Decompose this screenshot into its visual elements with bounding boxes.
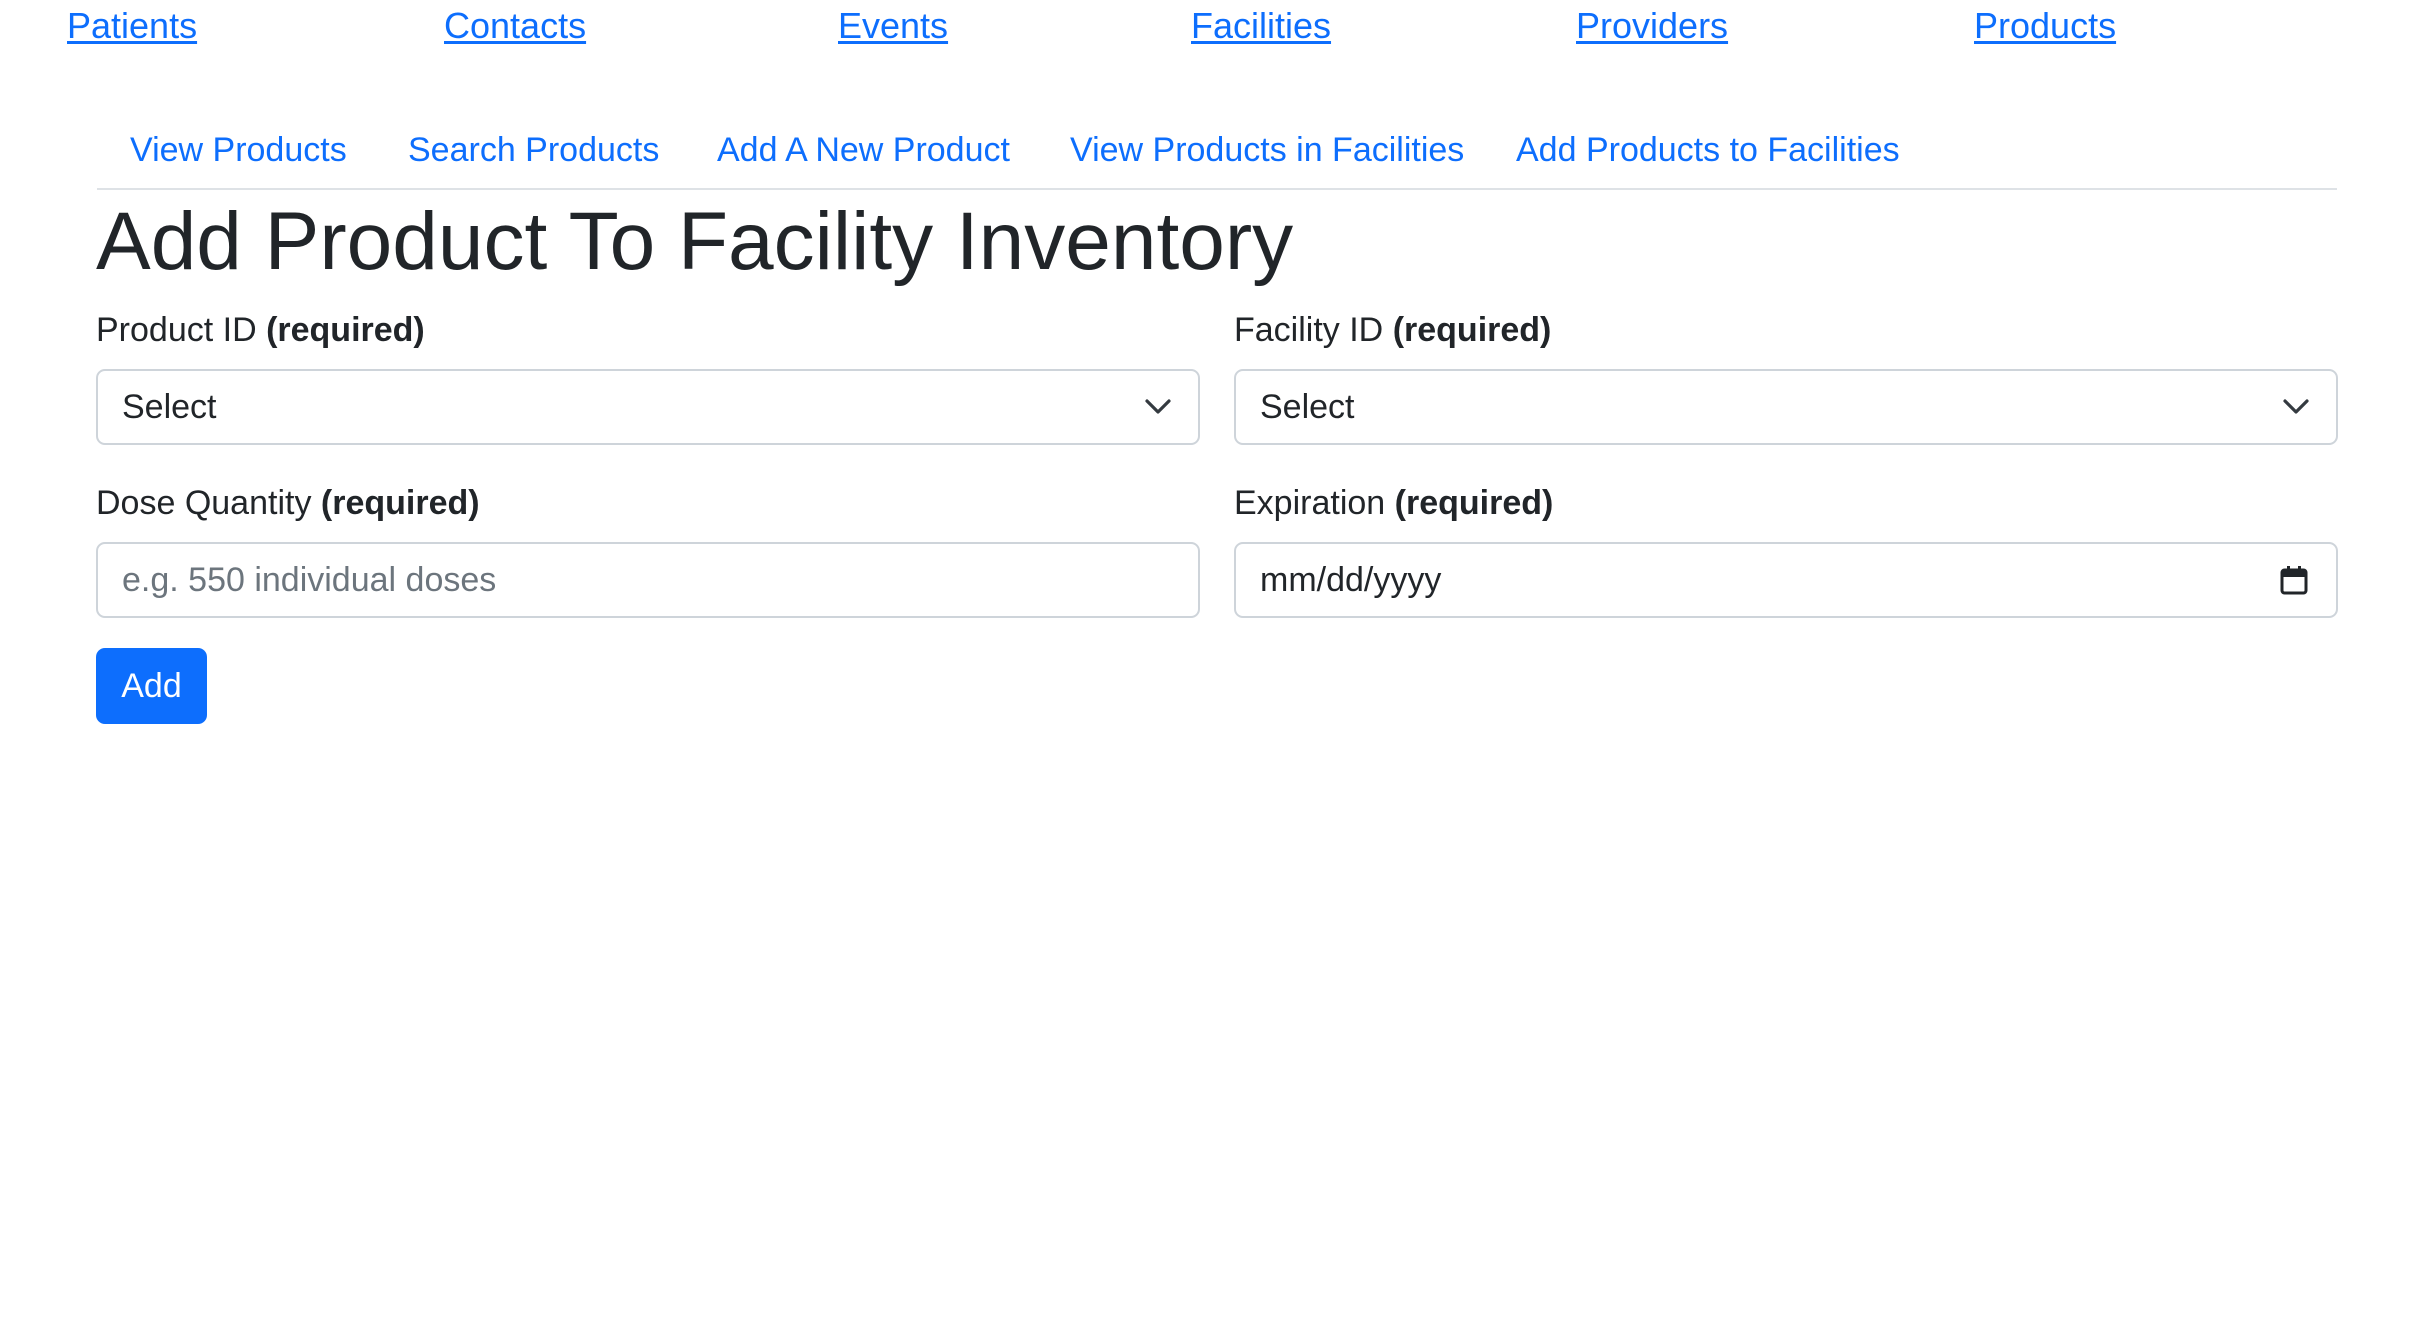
expiration-date-input[interactable]: mm/dd/yyyy [1234,542,2338,618]
chevron-down-icon [2280,371,2312,443]
nav-link-patients[interactable]: Patients [67,4,197,48]
tab-add-products-to-facilities[interactable]: Add Products to Facilities [1516,128,1900,172]
add-button[interactable]: Add [96,648,207,724]
dose-quantity-label: Dose Quantity (required) [96,482,480,524]
chevron-down-icon [1142,371,1174,443]
dose-quantity-label-text: Dose Quantity [96,484,312,522]
dose-quantity-input[interactable] [96,542,1200,618]
product-id-label-text: Product ID [96,311,257,349]
page-title: Add Product To Facility Inventory [96,196,1294,287]
tab-view-products[interactable]: View Products [130,128,347,172]
tab-search-products[interactable]: Search Products [408,128,659,172]
facility-id-select[interactable]: Select [1234,369,2338,445]
nav-link-contacts[interactable]: Contacts [444,4,586,48]
tab-add-new-product[interactable]: Add A New Product [717,128,1010,172]
nav-link-events[interactable]: Events [838,4,948,48]
facility-id-label: Facility ID (required) [1234,309,1551,351]
nav-link-providers[interactable]: Providers [1576,4,1728,48]
expiration-date-value: mm/dd/yyyy [1260,561,1442,599]
top-nav: Patients Contacts Events Facilities Prov… [0,0,2424,60]
required-tag: (required) [266,311,425,349]
nav-link-facilities[interactable]: Facilities [1191,4,1331,48]
facility-id-label-text: Facility ID [1234,311,1384,349]
calendar-icon[interactable] [2278,544,2310,616]
required-tag: (required) [320,484,480,522]
expiration-label: Expiration (required) [1234,482,1553,524]
tab-view-products-in-facilities[interactable]: View Products in Facilities [1070,128,1464,172]
product-id-select[interactable]: Select [96,369,1200,445]
products-subnav: View Products Search Products Add A New … [97,122,2337,190]
nav-link-products[interactable]: Products [1974,4,2116,48]
expiration-label-text: Expiration [1234,484,1386,522]
required-tag: (required) [1392,311,1552,349]
required-tag: (required) [1394,484,1554,522]
facility-id-select-value: Select [1260,388,1355,426]
product-id-label: Product ID (required) [96,309,425,351]
product-id-select-value: Select [122,388,217,426]
